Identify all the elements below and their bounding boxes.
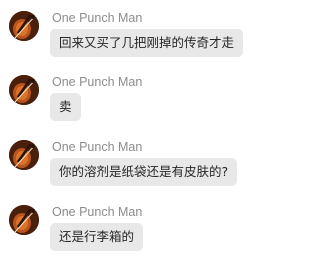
sender-name: One Punch Man — [52, 140, 143, 154]
message-bubble[interactable]: 回来又买了几把刚掉的传奇才走 — [50, 29, 244, 57]
sender-name: One Punch Man — [52, 205, 143, 219]
message-bubble[interactable]: 卖 — [50, 93, 81, 121]
violin-avatar-icon[interactable] — [9, 11, 39, 41]
sender-name: One Punch Man — [52, 75, 143, 89]
chat-message-list: One Punch Man 回来又买了几把刚掉的传奇才走 One Punch M… — [0, 0, 305, 266]
sender-name: One Punch Man — [52, 11, 143, 25]
violin-avatar-icon[interactable] — [9, 75, 39, 105]
message-bubble[interactable]: 还是行李箱的 — [50, 223, 144, 251]
violin-avatar-icon[interactable] — [9, 140, 39, 170]
violin-avatar-icon[interactable] — [9, 205, 39, 235]
message-bubble[interactable]: 你的溶剂是纸袋还是有皮肤的? — [50, 158, 238, 186]
